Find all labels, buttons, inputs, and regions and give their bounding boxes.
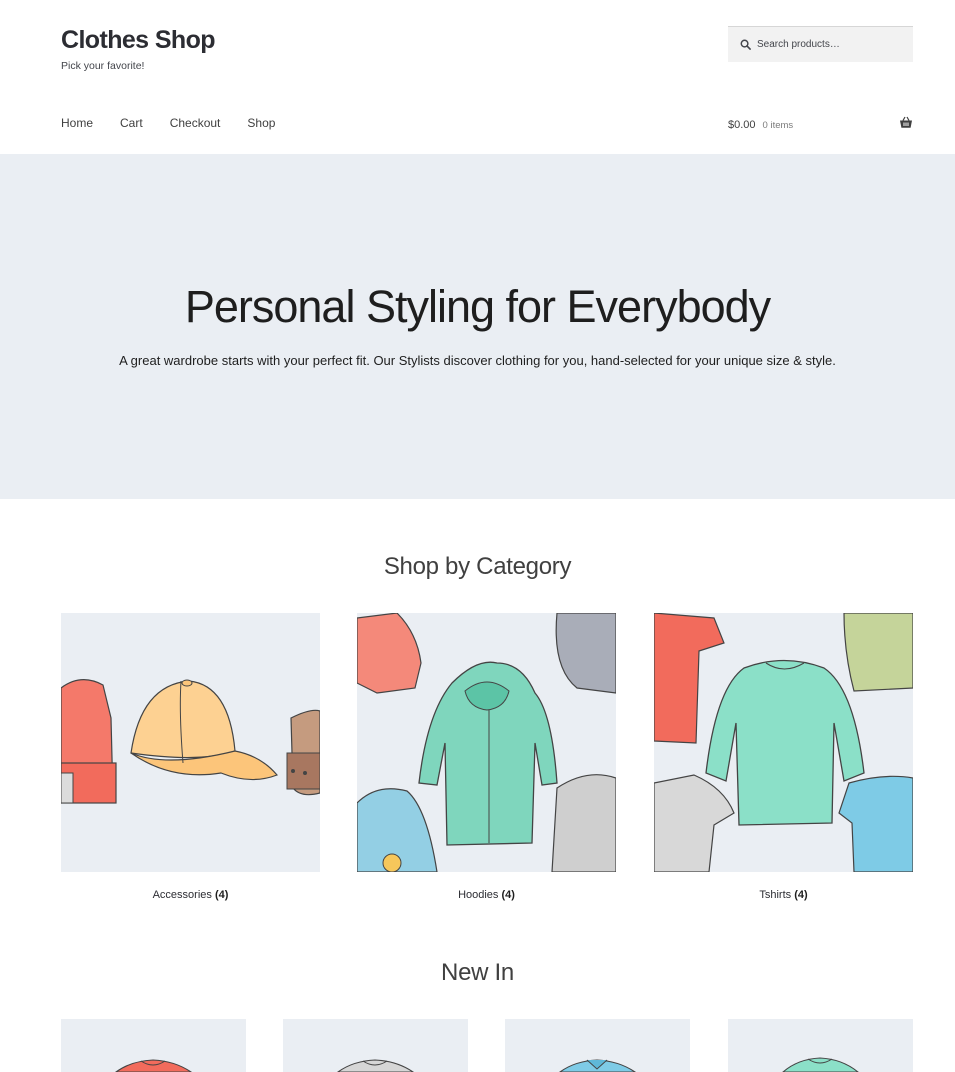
search-input[interactable] xyxy=(757,39,907,50)
nav-item-cart[interactable]: Cart xyxy=(120,116,143,130)
category-name: Hoodies xyxy=(458,889,499,901)
blue-polo-illustration xyxy=(505,1019,690,1072)
cart-amount: $0.00 xyxy=(728,119,756,131)
category-count: (4) xyxy=(214,889,229,901)
primary-nav: Home Cart Checkout Shop xyxy=(61,116,302,130)
cart-count: 0 items xyxy=(762,119,794,131)
category-count: (4) xyxy=(794,889,808,901)
category-name: Accessories xyxy=(152,889,212,901)
nav-item-checkout[interactable]: Checkout xyxy=(170,116,221,130)
product-card-blue-polo[interactable] xyxy=(505,1019,690,1072)
category-count: (4) xyxy=(501,889,515,901)
hero-text: A great wardrobe starts with your perfec… xyxy=(119,353,836,368)
tshirts-illustration[interactable] xyxy=(654,613,913,872)
category-card-hoodies[interactable]: Hoodies (4) xyxy=(357,613,616,901)
search-box[interactable] xyxy=(728,26,913,62)
category-label-hoodies: Hoodies (4) xyxy=(357,889,616,901)
accessories-illustration[interactable] xyxy=(61,613,320,872)
red-tshirt-illustration xyxy=(61,1019,246,1072)
category-label-accessories: Accessories (4) xyxy=(61,889,320,901)
site-tagline: Pick your favorite! xyxy=(61,60,145,72)
hero-title: Personal Styling for Everybody xyxy=(184,281,771,332)
product-card-red-tshirt[interactable] xyxy=(61,1019,246,1072)
category-card-tshirts[interactable]: Tshirts (4) xyxy=(654,613,913,901)
grey-tshirt-illustration xyxy=(283,1019,468,1072)
hoodies-illustration[interactable] xyxy=(357,613,616,872)
hero-banner: Personal Styling for Everybody A great w… xyxy=(0,154,955,499)
search-icon xyxy=(740,39,751,50)
category-label-tshirts: Tshirts (4) xyxy=(654,889,913,901)
site-title[interactable]: Clothes Shop xyxy=(61,26,216,55)
category-card-accessories[interactable]: Accessories (4) xyxy=(61,613,320,901)
category-name: Tshirts xyxy=(759,889,792,901)
categories-section-title: Shop by Category xyxy=(383,553,572,580)
basket-icon xyxy=(900,116,912,128)
nav-item-home[interactable]: Home xyxy=(61,116,93,130)
new-in-section-title: New In xyxy=(441,959,514,986)
nav-item-shop[interactable]: Shop xyxy=(247,116,275,130)
product-card-mint-longsleeve[interactable] xyxy=(728,1019,913,1072)
product-card-grey-tshirt[interactable] xyxy=(283,1019,468,1072)
header-cart[interactable]: $0.00 0 items xyxy=(728,115,913,135)
site-header: Clothes Shop Pick your favorite! Home Ca… xyxy=(0,0,955,154)
mint-longsleeve-illustration xyxy=(728,1019,913,1072)
